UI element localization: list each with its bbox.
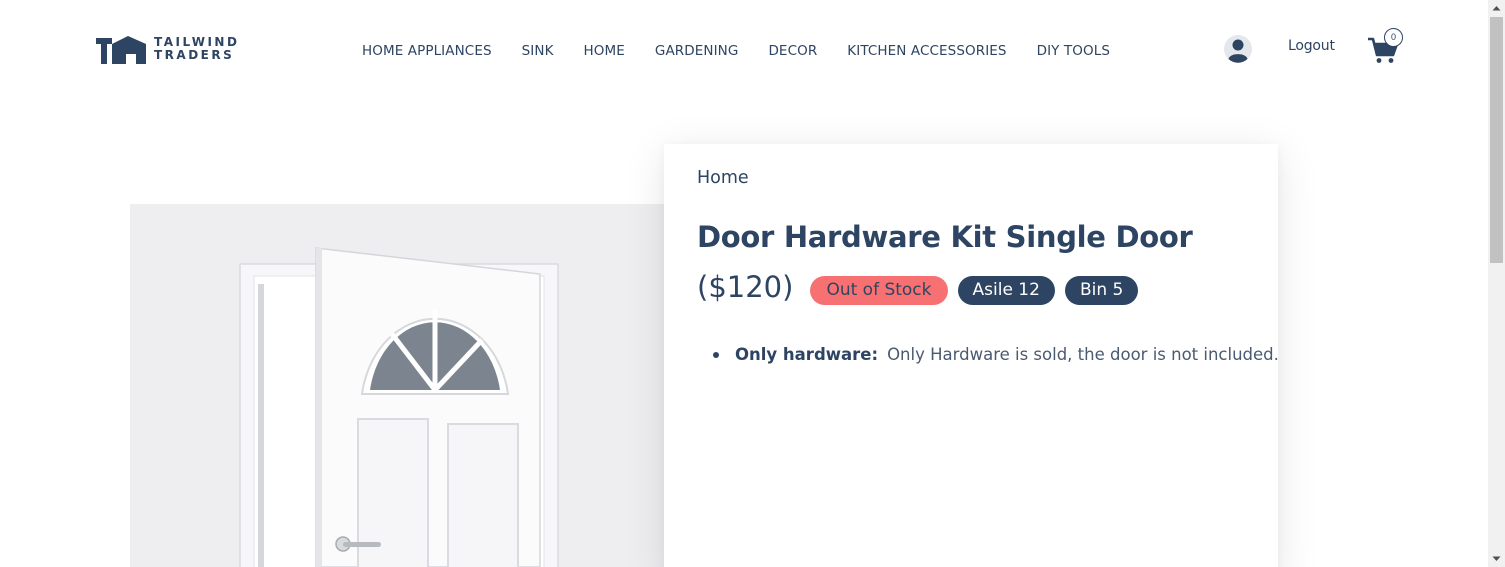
nav-kitchen-accessories[interactable]: KITCHEN ACCESSORIES [847,43,1006,59]
feature-text: Only Hardware is sold, the door is not i… [887,345,1279,364]
nav-diy-tools[interactable]: DIY TOOLS [1037,43,1110,59]
product-price: ($120) [697,269,794,304]
scroll-down-arrow-icon[interactable] [1488,550,1505,567]
feature-item: Only hardware: Only Hardware is sold, th… [716,345,1279,364]
feature-list: Only hardware: Only Hardware is sold, th… [716,345,1279,364]
nav-home-appliances[interactable]: HOME APPLIANCES [362,43,492,59]
feature-label: Only hardware: [735,345,879,364]
scrollbar-thumb[interactable] [1490,17,1503,263]
main-nav: HOME APPLIANCES SINK HOME GARDENING DECO… [362,43,1140,59]
scroll-up-arrow-icon[interactable] [1488,0,1505,17]
product-title: Door Hardware Kit Single Door [697,220,1193,254]
stock-status-badge: Out of Stock [810,276,948,305]
nav-sink[interactable]: SINK [522,43,554,59]
user-icon[interactable] [1223,34,1253,64]
nav-home[interactable]: HOME [584,43,625,59]
product-image [130,204,670,567]
door-illustration [239,247,559,567]
vertical-scrollbar[interactable] [1488,0,1505,567]
bin-badge: Bin 5 [1064,276,1139,305]
site-header: TAILWIND TRADERS HOME APPLIANCES SINK HO… [0,0,1488,100]
nav-gardening[interactable]: GARDENING [655,43,739,59]
logo[interactable]: TAILWIND TRADERS [96,32,241,66]
logout-link[interactable]: Logout [1288,38,1335,54]
logo-icon [96,36,146,64]
product-detail-card: Home Door Hardware Kit Single Door ($120… [664,144,1279,567]
cart-count-badge: 0 [1384,28,1403,47]
price-row: ($120) Out of Stock Asile 12 Bin 5 [697,268,1148,305]
aisle-badge: Asile 12 [957,276,1055,305]
nav-decor[interactable]: DECOR [768,43,817,59]
breadcrumb[interactable]: Home [697,168,749,188]
logo-line2: TRADERS [154,48,235,62]
